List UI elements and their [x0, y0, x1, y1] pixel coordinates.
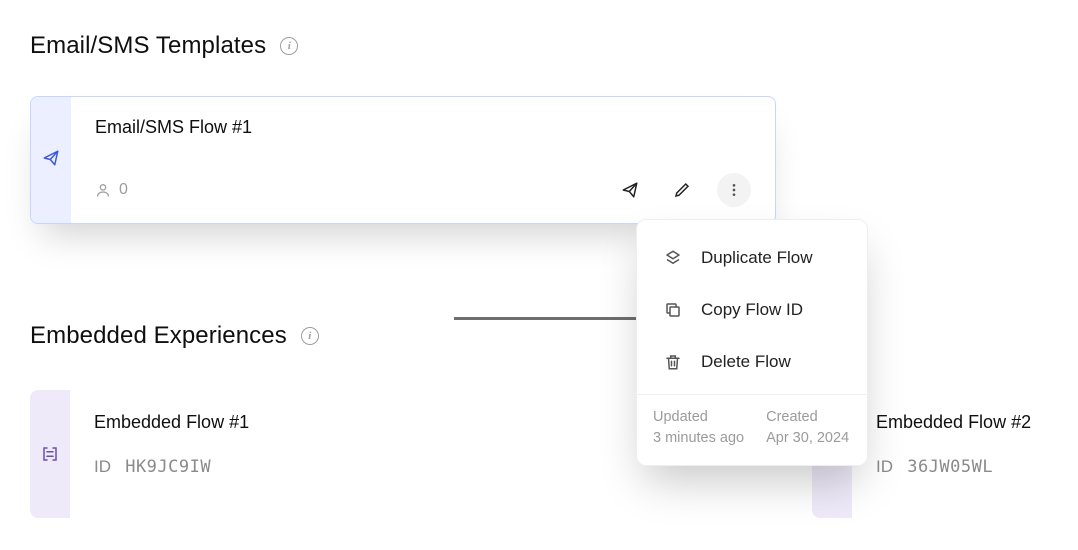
more-menu-button[interactable] — [717, 173, 751, 207]
meta-label: Created — [766, 407, 849, 428]
meta-label: Updated — [653, 407, 744, 428]
section-header-email-sms: Email/SMS Templates i — [30, 32, 298, 60]
section-title: Email/SMS Templates — [30, 32, 266, 60]
embed-icon — [41, 445, 59, 463]
menu-meta: Updated 3 minutes ago Created Apr 30, 20… — [637, 395, 867, 465]
send-icon — [42, 149, 60, 172]
menu-label: Delete Flow — [701, 352, 791, 372]
flow-id: ID 36JW05WL — [876, 457, 1048, 477]
copy-icon — [663, 301, 683, 319]
annotation-arrow-line — [454, 317, 649, 320]
card-body: Embedded Flow #2 ID 36JW05WL — [852, 390, 1072, 518]
flow-title: Embedded Flow #2 — [876, 412, 1048, 433]
section-header-embedded: Embedded Experiences i — [30, 322, 319, 350]
card-actions — [613, 173, 751, 207]
user-icon — [95, 182, 111, 198]
info-icon[interactable]: i — [301, 327, 319, 345]
menu-item-copy-id[interactable]: Copy Flow ID — [637, 284, 867, 336]
trash-icon — [663, 353, 683, 371]
card-side-strip — [30, 390, 70, 518]
meta-value: Apr 30, 2024 — [766, 428, 849, 449]
id-label: ID — [94, 457, 111, 476]
card-side-strip — [31, 97, 71, 223]
info-icon[interactable]: i — [280, 37, 298, 55]
card-body: Email/SMS Flow #1 0 — [71, 97, 775, 223]
id-label: ID — [876, 457, 893, 476]
audience-count: 0 — [95, 181, 128, 199]
email-sms-flow-card[interactable]: Email/SMS Flow #1 0 — [30, 96, 776, 224]
section-title: Embedded Experiences — [30, 322, 287, 350]
menu-label: Duplicate Flow — [701, 248, 813, 268]
meta-value: 3 minutes ago — [653, 428, 744, 449]
menu-label: Copy Flow ID — [701, 300, 803, 320]
card-footer: 0 — [95, 173, 751, 207]
flow-more-menu: Duplicate Flow Copy Flow ID Delete Flow … — [636, 219, 868, 466]
menu-item-duplicate[interactable]: Duplicate Flow — [637, 232, 867, 284]
flow-title: Email/SMS Flow #1 — [95, 117, 751, 138]
duplicate-icon — [663, 249, 683, 267]
edit-button[interactable] — [665, 173, 699, 207]
id-value: 36JW05WL — [907, 457, 993, 477]
menu-item-delete[interactable]: Delete Flow — [637, 336, 867, 388]
id-value: HK9JC9IW — [125, 457, 211, 477]
meta-updated: Updated 3 minutes ago — [653, 407, 744, 449]
audience-count-value: 0 — [119, 181, 128, 199]
send-button[interactable] — [613, 173, 647, 207]
meta-created: Created Apr 30, 2024 — [766, 407, 849, 449]
